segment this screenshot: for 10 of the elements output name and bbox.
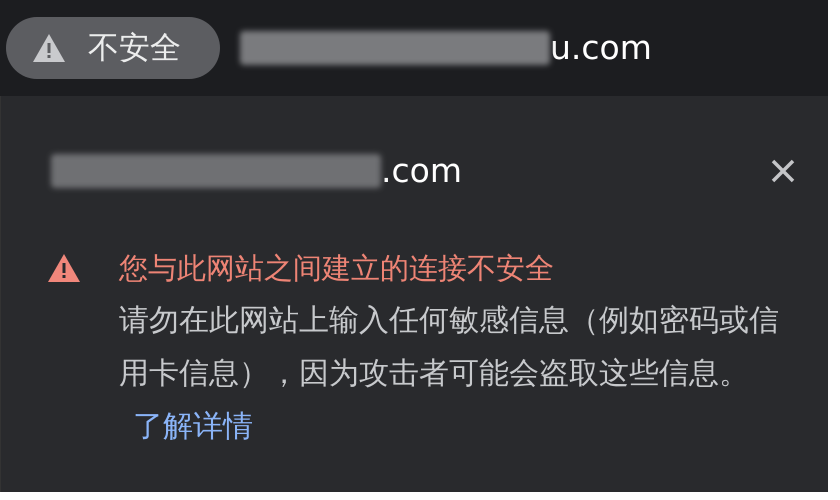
warning-message: 请勿在此网站上输入任何敏感信息（例如密码或信用卡信息），因为攻击者可能会盗取这些信息。 了解详情	[119, 302, 780, 446]
security-label: 不安全	[88, 28, 181, 68]
warning-icon	[32, 33, 66, 63]
warning-heading: 您与此网站之间建立的连接不安全	[119, 250, 555, 286]
security-chip[interactable]: 不安全	[6, 17, 220, 79]
site-domain: .com	[381, 150, 462, 192]
close-icon[interactable]	[770, 158, 796, 184]
url-text: u.com	[550, 27, 652, 70]
learn-more-link[interactable]: 了解详情	[133, 408, 253, 444]
warning-icon	[47, 252, 81, 282]
